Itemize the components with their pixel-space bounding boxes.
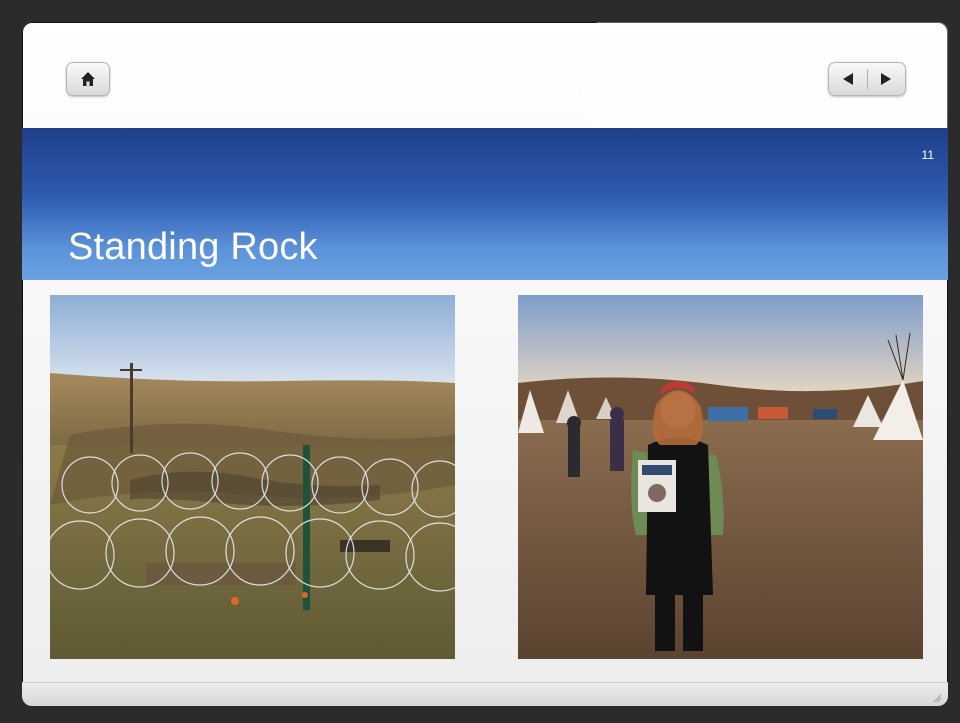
photo-woman-holding-magazine-at-camp (518, 295, 923, 659)
footer-bar (22, 682, 948, 706)
home-button[interactable] (66, 62, 110, 96)
slide-window: 11 Standing Rock (22, 22, 948, 706)
triangle-right-icon (881, 73, 892, 85)
slide-number: 11 (921, 148, 934, 162)
title-band: 11 Standing Rock (22, 128, 948, 280)
slide-title: Standing Rock (68, 226, 318, 268)
slide-navigation (828, 62, 906, 96)
previous-slide-button[interactable] (829, 63, 867, 95)
camp-portrait-image (518, 295, 923, 659)
photo-barbed-wire-pipeline-site (50, 295, 455, 659)
triangle-left-icon (842, 73, 853, 85)
barbed-wire-landscape-image (50, 295, 455, 659)
next-slide-button[interactable] (867, 63, 905, 95)
home-icon (81, 72, 95, 86)
resize-grip-icon[interactable] (932, 693, 942, 703)
